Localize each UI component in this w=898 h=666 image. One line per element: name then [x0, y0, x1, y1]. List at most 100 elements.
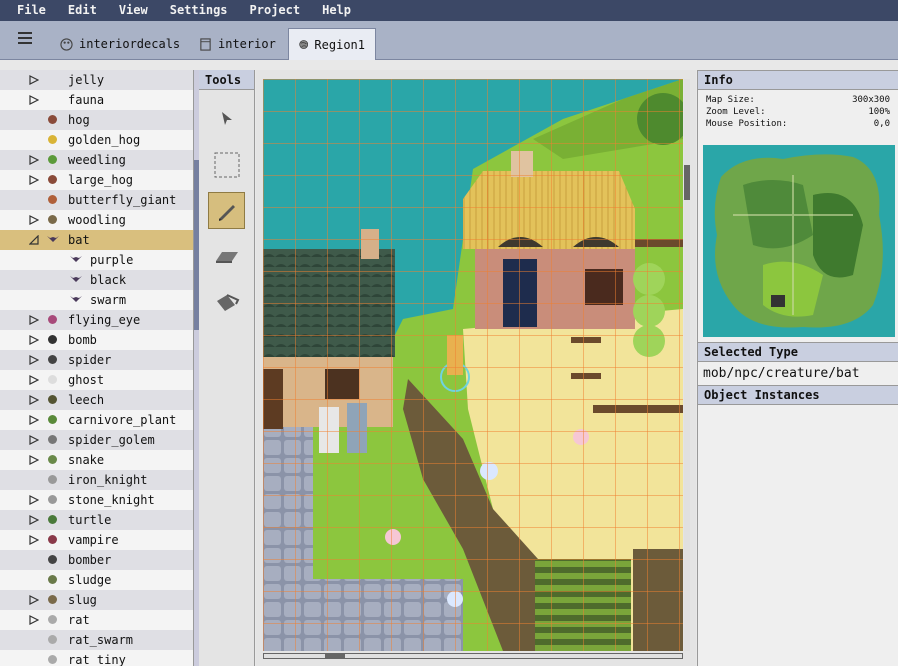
- collapsed-arrow-icon[interactable]: [29, 595, 39, 605]
- spider-icon: [47, 354, 58, 365]
- collapsed-arrow-icon[interactable]: [29, 315, 39, 325]
- tree-item-swarm[interactable]: swarm: [0, 290, 193, 310]
- bucket-icon: [216, 293, 239, 311]
- minimap-image: [703, 145, 895, 337]
- tab-interiordecals[interactable]: interiordecals: [50, 28, 190, 60]
- tree-item-flying-eye[interactable]: flying_eye: [0, 310, 193, 330]
- tree-item-carnivore-plant[interactable]: carnivore_plant: [0, 410, 193, 430]
- selected-type-title: Selected Type: [698, 342, 898, 362]
- tree-item-vampire[interactable]: vampire: [0, 530, 193, 550]
- menu-edit[interactable]: Edit: [57, 0, 108, 21]
- tree-item-label: flying_eye: [68, 313, 141, 327]
- collapsed-arrow-icon[interactable]: [29, 535, 39, 545]
- menu-help[interactable]: Help: [311, 0, 362, 21]
- tree-item-label: hog: [68, 113, 90, 127]
- tree-item-turtle[interactable]: turtle: [0, 510, 193, 530]
- palette-icon: [60, 37, 73, 51]
- collapsed-arrow-icon[interactable]: [29, 515, 39, 525]
- tree-item-ghost[interactable]: ghost: [0, 370, 193, 390]
- tree-item-snake[interactable]: snake: [0, 450, 193, 470]
- collapsed-arrow-icon[interactable]: [29, 95, 39, 105]
- collapsed-arrow-icon[interactable]: [29, 395, 39, 405]
- snake-icon: [47, 454, 58, 465]
- hamburger-menu-icon[interactable]: [18, 32, 32, 46]
- tree-item-weedling[interactable]: weedling: [0, 150, 193, 170]
- map-canvas[interactable]: [263, 79, 683, 651]
- tools-title: Tools: [199, 70, 254, 90]
- tree-item-hog[interactable]: hog: [0, 110, 193, 130]
- selection-tool[interactable]: [208, 146, 245, 183]
- zoom-level-row: Zoom Level: 100%: [698, 106, 898, 118]
- menu-settings[interactable]: Settings: [159, 0, 239, 21]
- tree-item-stone-knight[interactable]: stone_knight: [0, 490, 193, 510]
- pointer-tool[interactable]: [208, 100, 245, 137]
- minimap[interactable]: [703, 145, 895, 337]
- tree-item-bomber[interactable]: bomber: [0, 550, 193, 570]
- canvas-horizontal-scrollbar-thumb[interactable]: [325, 654, 345, 659]
- collapsed-arrow-icon[interactable]: [29, 355, 39, 365]
- tree-item-label: black: [90, 273, 127, 287]
- pencil-tool[interactable]: [208, 192, 245, 229]
- tree-item-label: ghost: [68, 373, 105, 387]
- tree-item-black[interactable]: black: [0, 270, 193, 290]
- collapsed-arrow-icon[interactable]: [29, 435, 39, 445]
- bucket-tool[interactable]: [208, 284, 245, 321]
- collapsed-arrow-icon[interactable]: [29, 155, 39, 165]
- tree-item-purple[interactable]: purple: [0, 250, 193, 270]
- tree-item-label: carnivore_plant: [68, 413, 177, 427]
- slug-icon: [47, 594, 58, 605]
- tab-interior[interactable]: interior: [189, 28, 286, 60]
- map-size-row: Map Size: 300x300: [698, 94, 898, 106]
- tree-item-rat[interactable]: rat: [0, 610, 193, 630]
- info-title: Info: [698, 70, 898, 90]
- canvas-vertical-scrollbar-thumb[interactable]: [684, 165, 690, 200]
- collapsed-arrow-icon[interactable]: [29, 415, 39, 425]
- bat-icon: [47, 234, 59, 245]
- tree-item-iron-knight[interactable]: iron_knight: [0, 470, 193, 490]
- turtle-icon: [47, 514, 58, 525]
- collapsed-arrow-icon[interactable]: [29, 335, 39, 345]
- weedling-icon: [47, 154, 58, 165]
- menu-project[interactable]: Project: [239, 0, 312, 21]
- bat-icon: [70, 274, 82, 285]
- tab-region1[interactable]: Region1: [288, 28, 376, 60]
- collapsed-arrow-icon[interactable]: [29, 615, 39, 625]
- eraser-tool[interactable]: [208, 238, 245, 275]
- tree-item-bomb[interactable]: bomb: [0, 330, 193, 350]
- tree-item-label: fauna: [68, 93, 105, 107]
- tree-item-sludge[interactable]: sludge: [0, 570, 193, 590]
- tree-item-butterfly-giant[interactable]: butterfly_giant: [0, 190, 193, 210]
- object-instances-title: Object Instances: [698, 385, 898, 405]
- collapsed-arrow-icon[interactable]: [29, 375, 39, 385]
- collapsed-arrow-icon[interactable]: [29, 175, 39, 185]
- tree-item-label: bomber: [68, 553, 112, 567]
- rat-icon: [47, 634, 58, 645]
- collapsed-arrow-icon[interactable]: [29, 215, 39, 225]
- collapsed-arrow-icon[interactable]: [29, 75, 39, 85]
- flying-eye-icon: [47, 314, 58, 325]
- tree-item-rat-tiny[interactable]: rat_tiny: [0, 650, 193, 666]
- tree-item-spider-golem[interactable]: spider_golem: [0, 430, 193, 450]
- menu-file[interactable]: File: [6, 0, 57, 21]
- collapsed-arrow-icon[interactable]: [29, 455, 39, 465]
- tree-item-label: slug: [68, 593, 97, 607]
- info-rows: Map Size: 300x300 Zoom Level: 100% Mouse P…: [698, 90, 898, 130]
- creature-tree: jelly fauna hog golden_hog weedling large_hog…: [0, 70, 194, 666]
- tree-item-bat[interactable]: bat: [0, 230, 193, 250]
- menu-view[interactable]: View: [108, 0, 159, 21]
- tree-item-large-hog[interactable]: large_hog: [0, 170, 193, 190]
- collapsed-arrow-icon[interactable]: [29, 495, 39, 505]
- tree-item-fauna[interactable]: fauna: [0, 90, 193, 110]
- knight-icon: [47, 474, 58, 485]
- menu-bar: File Edit View Settings Project Help: [0, 0, 898, 21]
- tree-item-rat-swarm[interactable]: rat_swarm: [0, 630, 193, 650]
- leech-icon: [47, 394, 58, 405]
- spider-golem-icon: [47, 434, 58, 445]
- tree-item-spider[interactable]: spider: [0, 350, 193, 370]
- tree-item-woodling[interactable]: woodling: [0, 210, 193, 230]
- expanded-arrow-icon[interactable]: [29, 235, 39, 245]
- tree-item-jelly[interactable]: jelly: [0, 70, 193, 90]
- tree-item-leech[interactable]: leech: [0, 390, 193, 410]
- tree-item-golden-hog[interactable]: golden_hog: [0, 130, 193, 150]
- tree-item-slug[interactable]: slug: [0, 590, 193, 610]
